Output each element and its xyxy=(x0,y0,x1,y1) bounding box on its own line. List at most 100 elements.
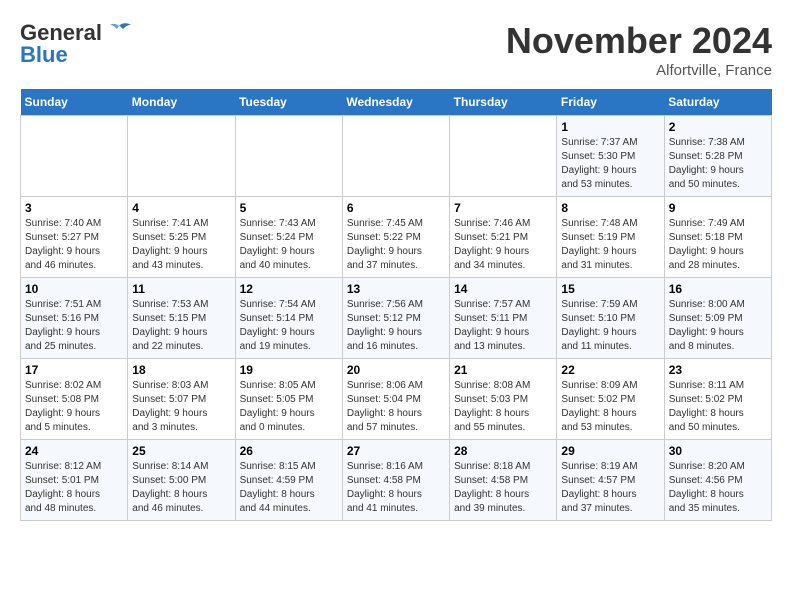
day-number: 6 xyxy=(347,201,445,215)
title-area: November 2024 Alfortville, France xyxy=(506,20,772,79)
day-number: 29 xyxy=(561,444,659,458)
day-number: 12 xyxy=(240,282,338,296)
day-info: Sunrise: 7:45 AMSunset: 5:22 PMDaylight:… xyxy=(347,217,445,273)
calendar-cell xyxy=(235,116,342,197)
day-info: Sunrise: 7:56 AMSunset: 5:12 PMDaylight:… xyxy=(347,298,445,354)
day-number: 11 xyxy=(132,282,230,296)
day-info: Sunrise: 8:16 AMSunset: 4:58 PMDaylight:… xyxy=(347,460,445,516)
day-number: 13 xyxy=(347,282,445,296)
day-info: Sunrise: 7:48 AMSunset: 5:19 PMDaylight:… xyxy=(561,217,659,273)
day-info: Sunrise: 7:38 AMSunset: 5:28 PMDaylight:… xyxy=(669,136,767,192)
day-info: Sunrise: 7:51 AMSunset: 5:16 PMDaylight:… xyxy=(25,298,123,354)
calendar-cell: 11 Sunrise: 7:53 AMSunset: 5:15 PMDayligh… xyxy=(128,278,235,359)
calendar-cell: 6 Sunrise: 7:45 AMSunset: 5:22 PMDaylight… xyxy=(342,197,449,278)
day-info: Sunrise: 8:08 AMSunset: 5:03 PMDaylight:… xyxy=(454,379,552,435)
calendar-cell xyxy=(342,116,449,197)
calendar-cell: 12 Sunrise: 7:54 AMSunset: 5:14 PMDayligh… xyxy=(235,278,342,359)
day-info: Sunrise: 7:54 AMSunset: 5:14 PMDaylight:… xyxy=(240,298,338,354)
day-info: Sunrise: 8:09 AMSunset: 5:02 PMDaylight:… xyxy=(561,379,659,435)
day-info: Sunrise: 7:59 AMSunset: 5:10 PMDaylight:… xyxy=(561,298,659,354)
day-number: 18 xyxy=(132,363,230,377)
calendar-cell: 23 Sunrise: 8:11 AMSunset: 5:02 PMDayligh… xyxy=(664,359,771,440)
logo-bird-icon xyxy=(105,22,133,44)
calendar-cell: 13 Sunrise: 7:56 AMSunset: 5:12 PMDayligh… xyxy=(342,278,449,359)
calendar-cell: 26 Sunrise: 8:15 AMSunset: 4:59 PMDayligh… xyxy=(235,440,342,521)
day-number: 3 xyxy=(25,201,123,215)
calendar-cell: 14 Sunrise: 7:57 AMSunset: 5:11 PMDayligh… xyxy=(450,278,557,359)
day-number: 7 xyxy=(454,201,552,215)
day-number: 14 xyxy=(454,282,552,296)
week-row-2: 3 Sunrise: 7:40 AMSunset: 5:27 PMDaylight… xyxy=(21,197,772,278)
day-header-monday: Monday xyxy=(128,89,235,116)
day-number: 21 xyxy=(454,363,552,377)
day-header-thursday: Thursday xyxy=(450,89,557,116)
day-header-wednesday: Wednesday xyxy=(342,89,449,116)
location-subtitle: Alfortville, France xyxy=(506,62,772,79)
day-number: 8 xyxy=(561,201,659,215)
day-info: Sunrise: 8:19 AMSunset: 4:57 PMDaylight:… xyxy=(561,460,659,516)
day-number: 9 xyxy=(669,201,767,215)
calendar-cell: 7 Sunrise: 7:46 AMSunset: 5:21 PMDaylight… xyxy=(450,197,557,278)
calendar-cell: 22 Sunrise: 8:09 AMSunset: 5:02 PMDayligh… xyxy=(557,359,664,440)
week-row-4: 17 Sunrise: 8:02 AMSunset: 5:08 PMDayligh… xyxy=(21,359,772,440)
calendar-cell: 16 Sunrise: 8:00 AMSunset: 5:09 PMDayligh… xyxy=(664,278,771,359)
day-number: 10 xyxy=(25,282,123,296)
day-info: Sunrise: 8:12 AMSunset: 5:01 PMDaylight:… xyxy=(25,460,123,516)
calendar-cell: 19Sunrise: 8:05 AMSunset: 5:05 PMDayligh… xyxy=(235,359,342,440)
day-info: Sunrise: 7:41 AMSunset: 5:25 PMDaylight:… xyxy=(132,217,230,273)
day-info: Sunrise: 8:15 AMSunset: 4:59 PMDaylight:… xyxy=(240,460,338,516)
day-info: Sunrise: 7:46 AMSunset: 5:21 PMDaylight:… xyxy=(454,217,552,273)
day-number: 27 xyxy=(347,444,445,458)
day-info: Sunrise: 7:40 AMSunset: 5:27 PMDaylight:… xyxy=(25,217,123,273)
day-info: Sunrise: 7:43 AMSunset: 5:24 PMDaylight:… xyxy=(240,217,338,273)
month-title: November 2024 xyxy=(506,20,772,62)
day-number: 30 xyxy=(669,444,767,458)
day-number: 5 xyxy=(240,201,338,215)
day-header-tuesday: Tuesday xyxy=(235,89,342,116)
day-number: 20 xyxy=(347,363,445,377)
calendar-cell: 21 Sunrise: 8:08 AMSunset: 5:03 PMDayligh… xyxy=(450,359,557,440)
day-info: Sunrise: 7:37 AMSunset: 5:30 PMDaylight:… xyxy=(561,136,659,192)
calendar-cell: 25Sunrise: 8:14 AMSunset: 5:00 PMDayligh… xyxy=(128,440,235,521)
day-info: Sunrise: 7:53 AMSunset: 5:15 PMDaylight:… xyxy=(132,298,230,354)
day-number: 2 xyxy=(669,120,767,134)
calendar-cell: 30Sunrise: 8:20 AMSunset: 4:56 PMDayligh… xyxy=(664,440,771,521)
day-info: Sunrise: 8:06 AMSunset: 5:04 PMDaylight:… xyxy=(347,379,445,435)
calendar-cell: 28Sunrise: 8:18 AMSunset: 4:58 PMDayligh… xyxy=(450,440,557,521)
day-number: 24 xyxy=(25,444,123,458)
day-info: Sunrise: 7:57 AMSunset: 5:11 PMDaylight:… xyxy=(454,298,552,354)
calendar-cell: 27 Sunrise: 8:16 AMSunset: 4:58 PMDayligh… xyxy=(342,440,449,521)
day-number: 17 xyxy=(25,363,123,377)
calendar-cell: 24 Sunrise: 8:12 AMSunset: 5:01 PMDayligh… xyxy=(21,440,128,521)
day-header-saturday: Saturday xyxy=(664,89,771,116)
day-info: Sunrise: 7:49 AMSunset: 5:18 PMDaylight:… xyxy=(669,217,767,273)
day-number: 22 xyxy=(561,363,659,377)
day-number: 23 xyxy=(669,363,767,377)
calendar-cell: 17 Sunrise: 8:02 AMSunset: 5:08 PMDayligh… xyxy=(21,359,128,440)
calendar-table: SundayMondayTuesdayWednesdayThursdayFrid… xyxy=(20,89,772,521)
calendar-cell: 1Sunrise: 7:37 AMSunset: 5:30 PMDaylight… xyxy=(557,116,664,197)
day-header-sunday: Sunday xyxy=(21,89,128,116)
logo: General Blue xyxy=(20,20,133,68)
day-number: 26 xyxy=(240,444,338,458)
calendar-cell xyxy=(128,116,235,197)
calendar-cell: 5 Sunrise: 7:43 AMSunset: 5:24 PMDaylight… xyxy=(235,197,342,278)
day-header-friday: Friday xyxy=(557,89,664,116)
calendar-cell: 10 Sunrise: 7:51 AMSunset: 5:16 PMDayligh… xyxy=(21,278,128,359)
page-header: General Blue November 2024 Alfortville, … xyxy=(20,20,772,79)
calendar-cell: 8 Sunrise: 7:48 AMSunset: 5:19 PMDaylight… xyxy=(557,197,664,278)
day-info: Sunrise: 8:02 AMSunset: 5:08 PMDaylight:… xyxy=(25,379,123,435)
calendar-header-row: SundayMondayTuesdayWednesdayThursdayFrid… xyxy=(21,89,772,116)
calendar-cell: 15Sunrise: 7:59 AMSunset: 5:10 PMDayligh… xyxy=(557,278,664,359)
calendar-cell: 3 Sunrise: 7:40 AMSunset: 5:27 PMDaylight… xyxy=(21,197,128,278)
day-info: Sunrise: 8:11 AMSunset: 5:02 PMDaylight:… xyxy=(669,379,767,435)
day-number: 16 xyxy=(669,282,767,296)
day-number: 4 xyxy=(132,201,230,215)
day-info: Sunrise: 8:00 AMSunset: 5:09 PMDaylight:… xyxy=(669,298,767,354)
day-info: Sunrise: 8:03 AMSunset: 5:07 PMDaylight:… xyxy=(132,379,230,435)
calendar-cell: 29 Sunrise: 8:19 AMSunset: 4:57 PMDayligh… xyxy=(557,440,664,521)
calendar-cell: 4 Sunrise: 7:41 AMSunset: 5:25 PMDaylight… xyxy=(128,197,235,278)
calendar-cell: 20 Sunrise: 8:06 AMSunset: 5:04 PMDayligh… xyxy=(342,359,449,440)
day-info: Sunrise: 8:14 AMSunset: 5:00 PMDaylight:… xyxy=(132,460,230,516)
day-number: 28 xyxy=(454,444,552,458)
